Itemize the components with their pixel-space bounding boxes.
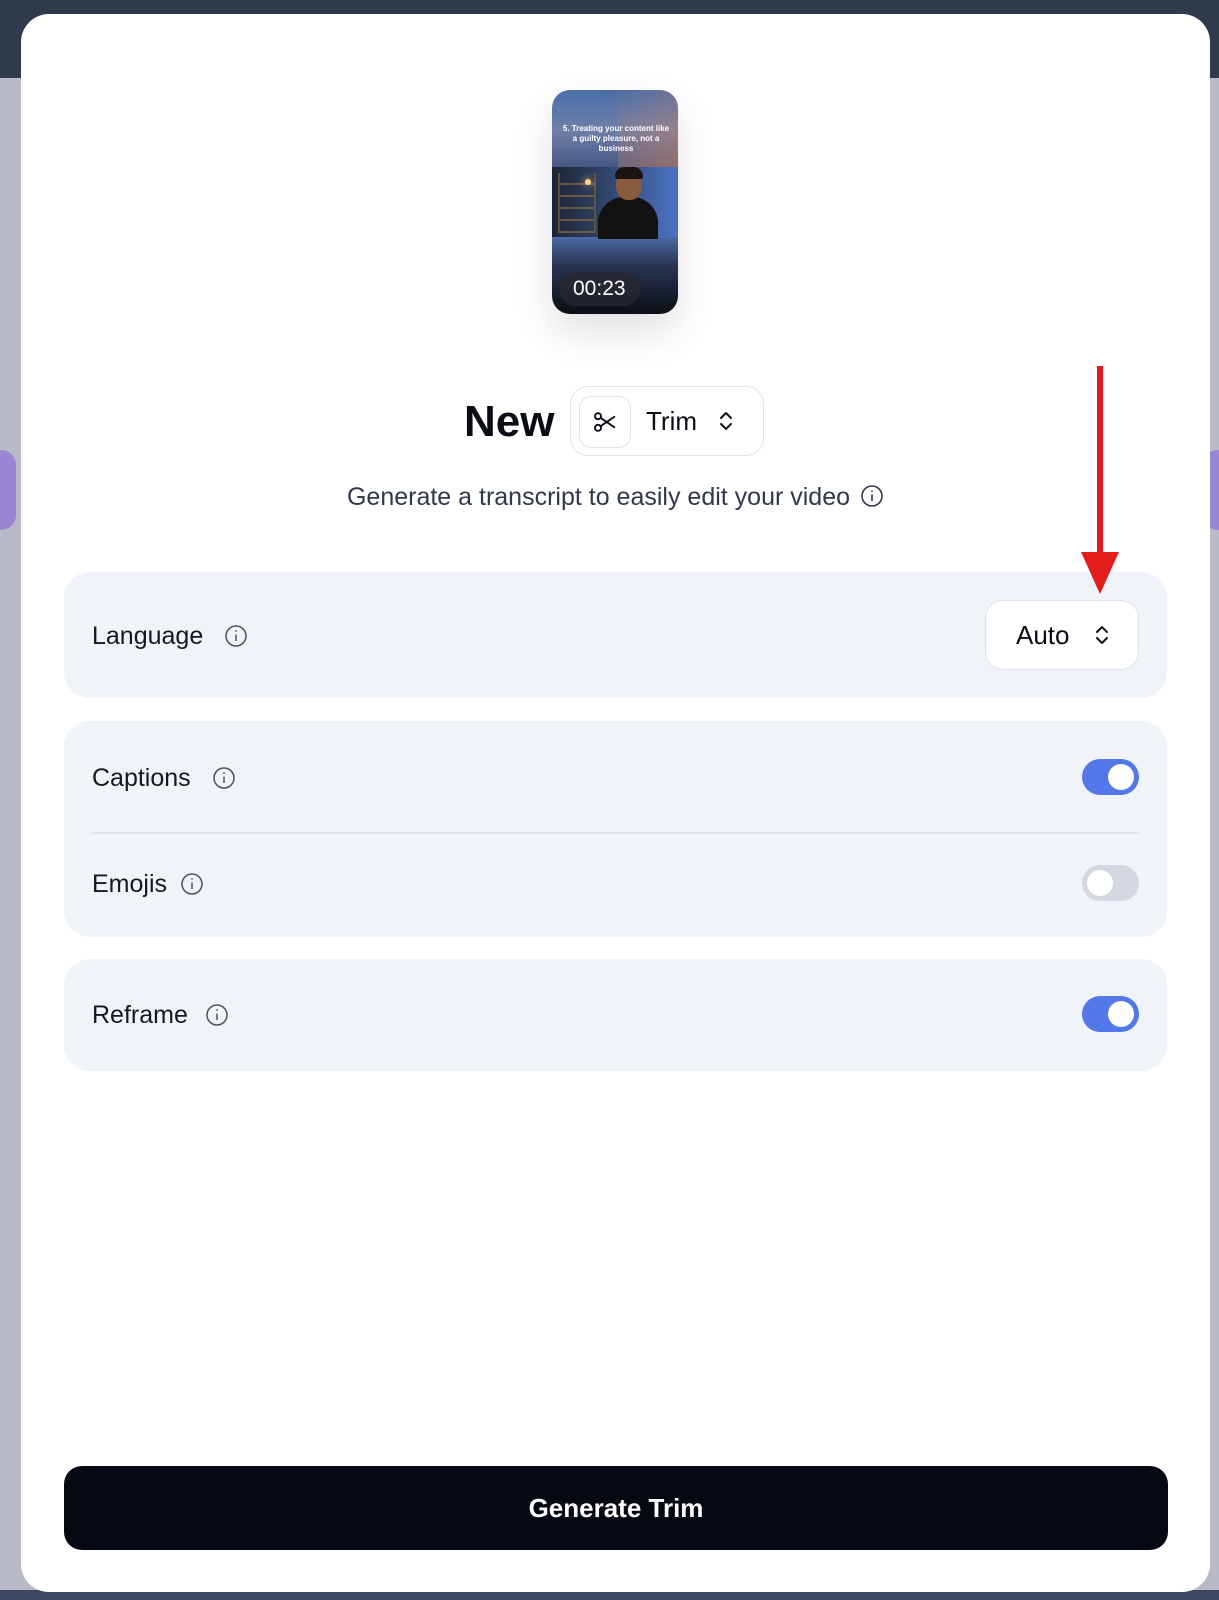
captions-row: Captions bbox=[92, 758, 1139, 798]
language-label: Language bbox=[92, 622, 204, 650]
captions-toggle[interactable] bbox=[1082, 759, 1139, 795]
emojis-label: Emojis bbox=[92, 870, 168, 898]
reframe-label: Reframe bbox=[92, 1001, 188, 1029]
language-select-value: Auto bbox=[1016, 620, 1070, 650]
captions-emojis-card: Captions Emojis bbox=[64, 721, 1167, 937]
mode-select[interactable]: Trim bbox=[570, 386, 764, 456]
language-select[interactable]: Auto bbox=[985, 600, 1139, 670]
language-card: Language Auto bbox=[64, 572, 1167, 698]
modal-subtitle: Generate a transcript to easily edit you… bbox=[21, 480, 1210, 517]
divider bbox=[92, 832, 1139, 834]
info-icon[interactable] bbox=[205, 1003, 229, 1032]
info-icon[interactable] bbox=[224, 624, 248, 653]
annotation-arrow bbox=[1080, 366, 1120, 601]
scissors-icon bbox=[579, 396, 631, 448]
captions-label: Captions bbox=[92, 764, 191, 792]
generate-trim-button[interactable]: Generate Trim bbox=[64, 1466, 1168, 1550]
chevron-up-down-icon bbox=[718, 409, 734, 438]
video-duration-badge: 00:23 bbox=[559, 272, 640, 306]
emojis-toggle[interactable] bbox=[1082, 865, 1139, 901]
video-caption-overlay: 5. Treating your content like a guilty p… bbox=[562, 124, 670, 153]
video-thumbnail: 5. Treating your content like a guilty p… bbox=[552, 90, 678, 314]
info-icon[interactable] bbox=[860, 483, 884, 517]
title-row: New Trim bbox=[21, 386, 1210, 458]
info-icon[interactable] bbox=[212, 766, 236, 795]
video-frame bbox=[552, 167, 678, 239]
emojis-row: Emojis bbox=[92, 864, 1139, 904]
language-row: Language bbox=[92, 616, 1139, 656]
subtitle-text: Generate a transcript to easily edit you… bbox=[346, 483, 851, 511]
reframe-card: Reframe bbox=[64, 959, 1167, 1071]
chevron-up-down-icon bbox=[1094, 623, 1110, 652]
reframe-toggle[interactable] bbox=[1082, 996, 1139, 1032]
mode-select-value: Trim bbox=[646, 406, 698, 436]
new-project-modal: 5. Treating your content like a guilty p… bbox=[21, 14, 1210, 1592]
modal-title: New bbox=[464, 397, 555, 446]
backdrop-accent-left bbox=[0, 450, 16, 530]
reframe-row: Reframe bbox=[92, 995, 1139, 1035]
info-icon[interactable] bbox=[180, 872, 204, 901]
